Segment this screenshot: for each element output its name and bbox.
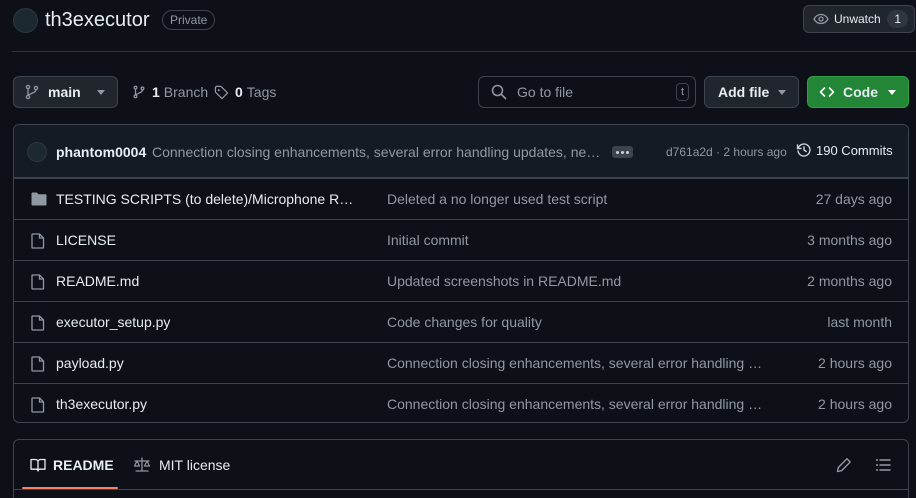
divider <box>14 489 908 490</box>
branches-link[interactable]: 1 Branch <box>132 84 208 100</box>
file-commit-message-link[interactable]: Initial commit <box>387 232 769 248</box>
file-name-link[interactable]: th3executor.py <box>56 396 356 412</box>
branch-name: main <box>48 84 81 100</box>
tab-readme[interactable]: README <box>30 457 114 473</box>
file-icon <box>31 233 45 249</box>
branch-select-button[interactable]: main <box>13 76 118 108</box>
code-icon <box>819 87 835 97</box>
watch-count-badge: 1 <box>887 10 908 28</box>
tab-readme-label: README <box>53 457 114 473</box>
file-commit-message-link[interactable]: Connection closing enhancements, several… <box>387 396 769 412</box>
expand-commit-message-button[interactable] <box>612 146 633 158</box>
file-name-link[interactable]: LICENSE <box>56 232 356 248</box>
file-icon <box>31 315 45 331</box>
tag-icon <box>214 85 229 99</box>
eye-icon <box>813 13 829 25</box>
table-row: LICENSE Initial commit 3 months ago <box>14 219 908 260</box>
chevron-down-icon <box>888 89 896 95</box>
folder-icon <box>31 192 47 206</box>
table-row: th3executor.py Connection closing enhanc… <box>14 383 908 422</box>
file-commit-age: 2 months ago <box>807 273 892 289</box>
book-icon <box>30 458 46 472</box>
branches-label: Branch <box>163 84 209 100</box>
header-divider <box>12 51 916 52</box>
file-commit-message-link[interactable]: Connection closing enhancements, several… <box>387 355 769 371</box>
shortcut-hint: t <box>675 83 689 101</box>
file-name-link[interactable]: README.md <box>56 273 356 289</box>
file-commit-age: 2 hours ago <box>818 355 892 371</box>
repo-name-link[interactable]: th3executor <box>45 9 150 32</box>
code-label: Code <box>843 84 878 100</box>
table-row: README.md Updated screenshots in README.… <box>14 260 908 301</box>
commit-author-link[interactable]: phantom0004 <box>56 144 146 160</box>
add-file-label: Add file <box>718 84 770 100</box>
file-commit-age: 27 days ago <box>815 191 892 207</box>
tab-license-label: MIT license <box>159 457 231 473</box>
file-name-link[interactable]: payload.py <box>56 355 356 371</box>
visibility-badge: Private <box>162 10 216 30</box>
table-row: TESTING SCRIPTS (to delete)/Microphone R… <box>14 178 908 219</box>
avatar[interactable] <box>27 142 47 162</box>
history-icon <box>796 143 811 157</box>
latest-commit-bar: phantom0004 Connection closing enhanceme… <box>14 125 908 178</box>
file-commit-message-link[interactable]: Deleted a no longer used test script <box>387 191 769 207</box>
law-icon <box>133 457 151 472</box>
repo-owner-avatar[interactable] <box>13 8 38 33</box>
commits-history-link[interactable]: 190 Commits <box>796 142 893 158</box>
commit-sha-time[interactable]: d761a2d · 2 hours ago <box>666 145 787 159</box>
go-to-file-input[interactable] <box>517 84 667 100</box>
chevron-down-icon <box>97 89 105 95</box>
chevron-down-icon <box>778 89 786 95</box>
file-commit-age: last month <box>827 314 892 330</box>
tags-label: Tags <box>246 84 277 100</box>
file-icon <box>31 274 45 290</box>
tab-license[interactable]: MIT license <box>133 457 230 473</box>
file-name-link[interactable]: TESTING SCRIPTS (to delete)/Microphone R… <box>56 191 356 207</box>
file-name-link[interactable]: executor_setup.py <box>56 314 356 330</box>
search-icon <box>491 84 507 100</box>
table-row: executor_setup.py Code changes for quali… <box>14 301 908 342</box>
readme-panel: README MIT license <box>13 439 909 498</box>
pencil-icon[interactable] <box>836 457 852 473</box>
go-to-file-box[interactable]: t <box>478 76 696 108</box>
file-commit-age: 3 months ago <box>807 232 892 248</box>
table-row: payload.py Connection closing enhancemen… <box>14 342 908 383</box>
file-commit-age: 2 hours ago <box>818 396 892 412</box>
branches-count: 1 <box>152 84 160 100</box>
commits-label: 190 Commits <box>816 142 893 158</box>
commit-message-link[interactable]: Connection closing enhancements, several… <box>152 144 604 160</box>
file-commit-message-link[interactable]: Updated screenshots in README.md <box>387 273 769 289</box>
file-icon <box>31 397 45 413</box>
file-commit-message-link[interactable]: Code changes for quality <box>387 314 769 330</box>
add-file-button[interactable]: Add file <box>704 76 799 108</box>
file-icon <box>31 356 45 372</box>
git-branch-icon <box>133 85 145 99</box>
code-button[interactable]: Code <box>807 76 909 108</box>
list-unordered-icon[interactable] <box>875 457 891 473</box>
tags-count: 0 <box>235 84 243 100</box>
unwatch-button[interactable]: Unwatch 1 <box>803 5 915 33</box>
git-branch-icon <box>25 84 39 100</box>
tags-link[interactable]: 0 Tags <box>214 84 276 100</box>
unwatch-label: Unwatch <box>834 12 881 26</box>
file-table: phantom0004 Connection closing enhanceme… <box>13 124 909 423</box>
